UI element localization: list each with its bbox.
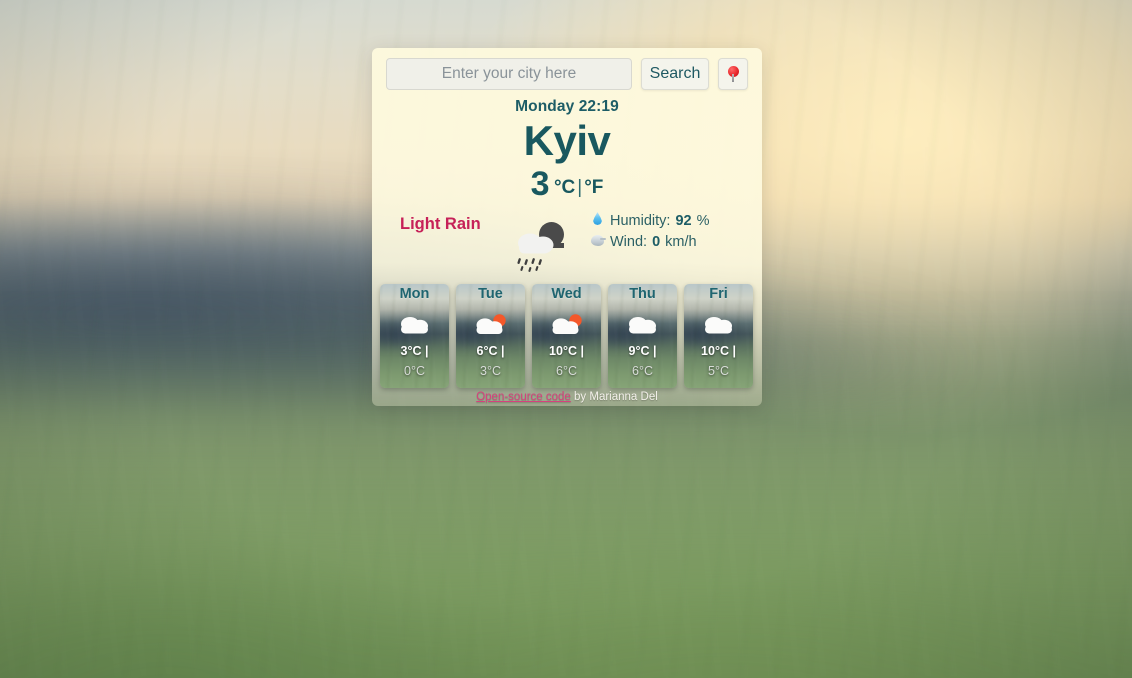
forecast-max-temp: 10°C | bbox=[701, 344, 736, 358]
temperature-row: 3 °C|°F bbox=[386, 167, 748, 201]
forecast-min-temp: 0°C bbox=[404, 364, 425, 378]
forecast-min-temp: 5°C bbox=[708, 364, 729, 378]
water-droplet-icon bbox=[590, 211, 605, 228]
location-pin-icon bbox=[728, 66, 739, 83]
forecast-card[interactable]: Fri 10°C | 5°C bbox=[684, 284, 753, 388]
sun-cloud-icon bbox=[456, 310, 525, 340]
author-credit: by Marianna Del bbox=[571, 391, 658, 403]
celsius-unit-link[interactable]: °C bbox=[554, 177, 575, 198]
wind-value: 0 bbox=[652, 232, 660, 253]
forecast-max-temp: 9°C | bbox=[629, 344, 657, 358]
forecast-temperatures: 3°C | 0°C bbox=[380, 341, 449, 381]
forecast-min-temp: 6°C bbox=[632, 364, 653, 378]
forecast-card[interactable]: Wed 10°C | 6°C bbox=[532, 284, 601, 388]
forecast-min-temp: 3°C bbox=[480, 364, 501, 378]
humidity-line: Humidity: 92 % bbox=[590, 211, 740, 232]
open-source-code-link[interactable]: Open-source code bbox=[476, 391, 571, 403]
unit-separator: | bbox=[577, 177, 582, 198]
humidity-label: Humidity: bbox=[610, 211, 670, 232]
forecast-max-temp: 10°C | bbox=[549, 344, 584, 358]
temperature-value: 3 bbox=[531, 165, 550, 203]
forecast-day-label: Tue bbox=[456, 286, 525, 302]
cloud-icon bbox=[684, 310, 753, 340]
city-name: Kyiv bbox=[386, 119, 748, 163]
rain-cloud-icon bbox=[504, 219, 574, 277]
forecast-card[interactable]: Mon 3°C | 0°C bbox=[380, 284, 449, 388]
cloud-icon bbox=[608, 310, 677, 340]
forecast-day-label: Fri bbox=[684, 286, 753, 302]
cloud-icon bbox=[380, 310, 449, 340]
forecast-max-temp: 3°C | bbox=[401, 344, 429, 358]
wind-label: Wind: bbox=[610, 232, 647, 253]
weather-widget-panel: Search Monday 22:19 Kyiv 3 °C|°F Light R… bbox=[372, 48, 762, 406]
forecast-day-label: Thu bbox=[608, 286, 677, 302]
wind-puff-icon bbox=[590, 232, 605, 249]
forecast-temperatures: 10°C | 6°C bbox=[532, 341, 601, 381]
weather-metrics: Humidity: 92 % Wind: 0 km/h bbox=[590, 211, 740, 252]
forecast-temperatures: 9°C | 6°C bbox=[608, 341, 677, 381]
current-location-button[interactable] bbox=[718, 58, 748, 90]
humidity-value: 92 bbox=[675, 211, 691, 232]
forecast-max-temp: 6°C | bbox=[477, 344, 505, 358]
sun-cloud-icon bbox=[532, 310, 601, 340]
forecast-temperatures: 10°C | 5°C bbox=[684, 341, 753, 381]
search-row: Search bbox=[386, 58, 748, 90]
forecast-temperatures: 6°C | 3°C bbox=[456, 341, 525, 381]
search-input[interactable] bbox=[386, 58, 632, 90]
weather-detail-row: Light Rain bbox=[386, 207, 748, 289]
forecast-day-label: Wed bbox=[532, 286, 601, 302]
wind-unit: km/h bbox=[665, 232, 696, 253]
wind-line: Wind: 0 km/h bbox=[590, 232, 740, 253]
forecast-min-temp: 6°C bbox=[556, 364, 577, 378]
weather-condition-text: Light Rain bbox=[400, 215, 481, 234]
forecast-day-label: Mon bbox=[380, 286, 449, 302]
search-button[interactable]: Search bbox=[641, 58, 709, 90]
humidity-unit: % bbox=[697, 211, 710, 232]
forecast-card[interactable]: Thu 9°C | 6°C bbox=[608, 284, 677, 388]
forecast-card[interactable]: Tue 6°C | 3°C bbox=[456, 284, 525, 388]
fahrenheit-unit-link[interactable]: °F bbox=[584, 177, 603, 198]
forecast-strip: Mon 3°C | 0°C Tue 6°C | 3°C Wed bbox=[380, 284, 754, 388]
footer-credit: Open-source code by Marianna Del bbox=[372, 391, 762, 403]
current-datetime: Monday 22:19 bbox=[386, 98, 748, 116]
